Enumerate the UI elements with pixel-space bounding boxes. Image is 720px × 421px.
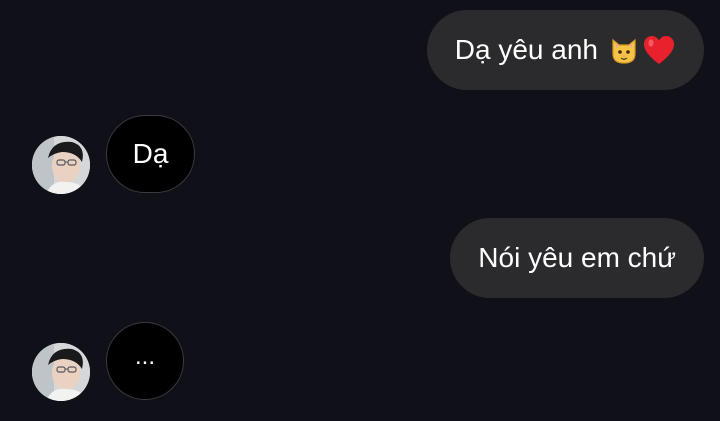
avatar[interactable] [32,343,90,401]
outgoing-message-bubble[interactable]: Dạ yêu anh [426,10,704,90]
message-text: Dạ [132,138,169,169]
message-emoji [608,34,676,66]
message-text: Nói yêu em chứ [478,242,676,273]
incoming-message-bubble[interactable]: ... [106,322,184,400]
avatar[interactable] [32,136,90,194]
cat-face-icon [612,38,636,64]
message-thread: Dạ yêu anh Dạ Nói yêu em chứ ... [0,0,720,421]
message-text: ... [134,343,155,370]
message-text: Dạ yêu anh [454,34,598,65]
outgoing-message-bubble[interactable]: Nói yêu em chứ [450,218,704,298]
red-heart-icon [644,36,674,64]
incoming-message-bubble[interactable]: Dạ [106,115,195,193]
